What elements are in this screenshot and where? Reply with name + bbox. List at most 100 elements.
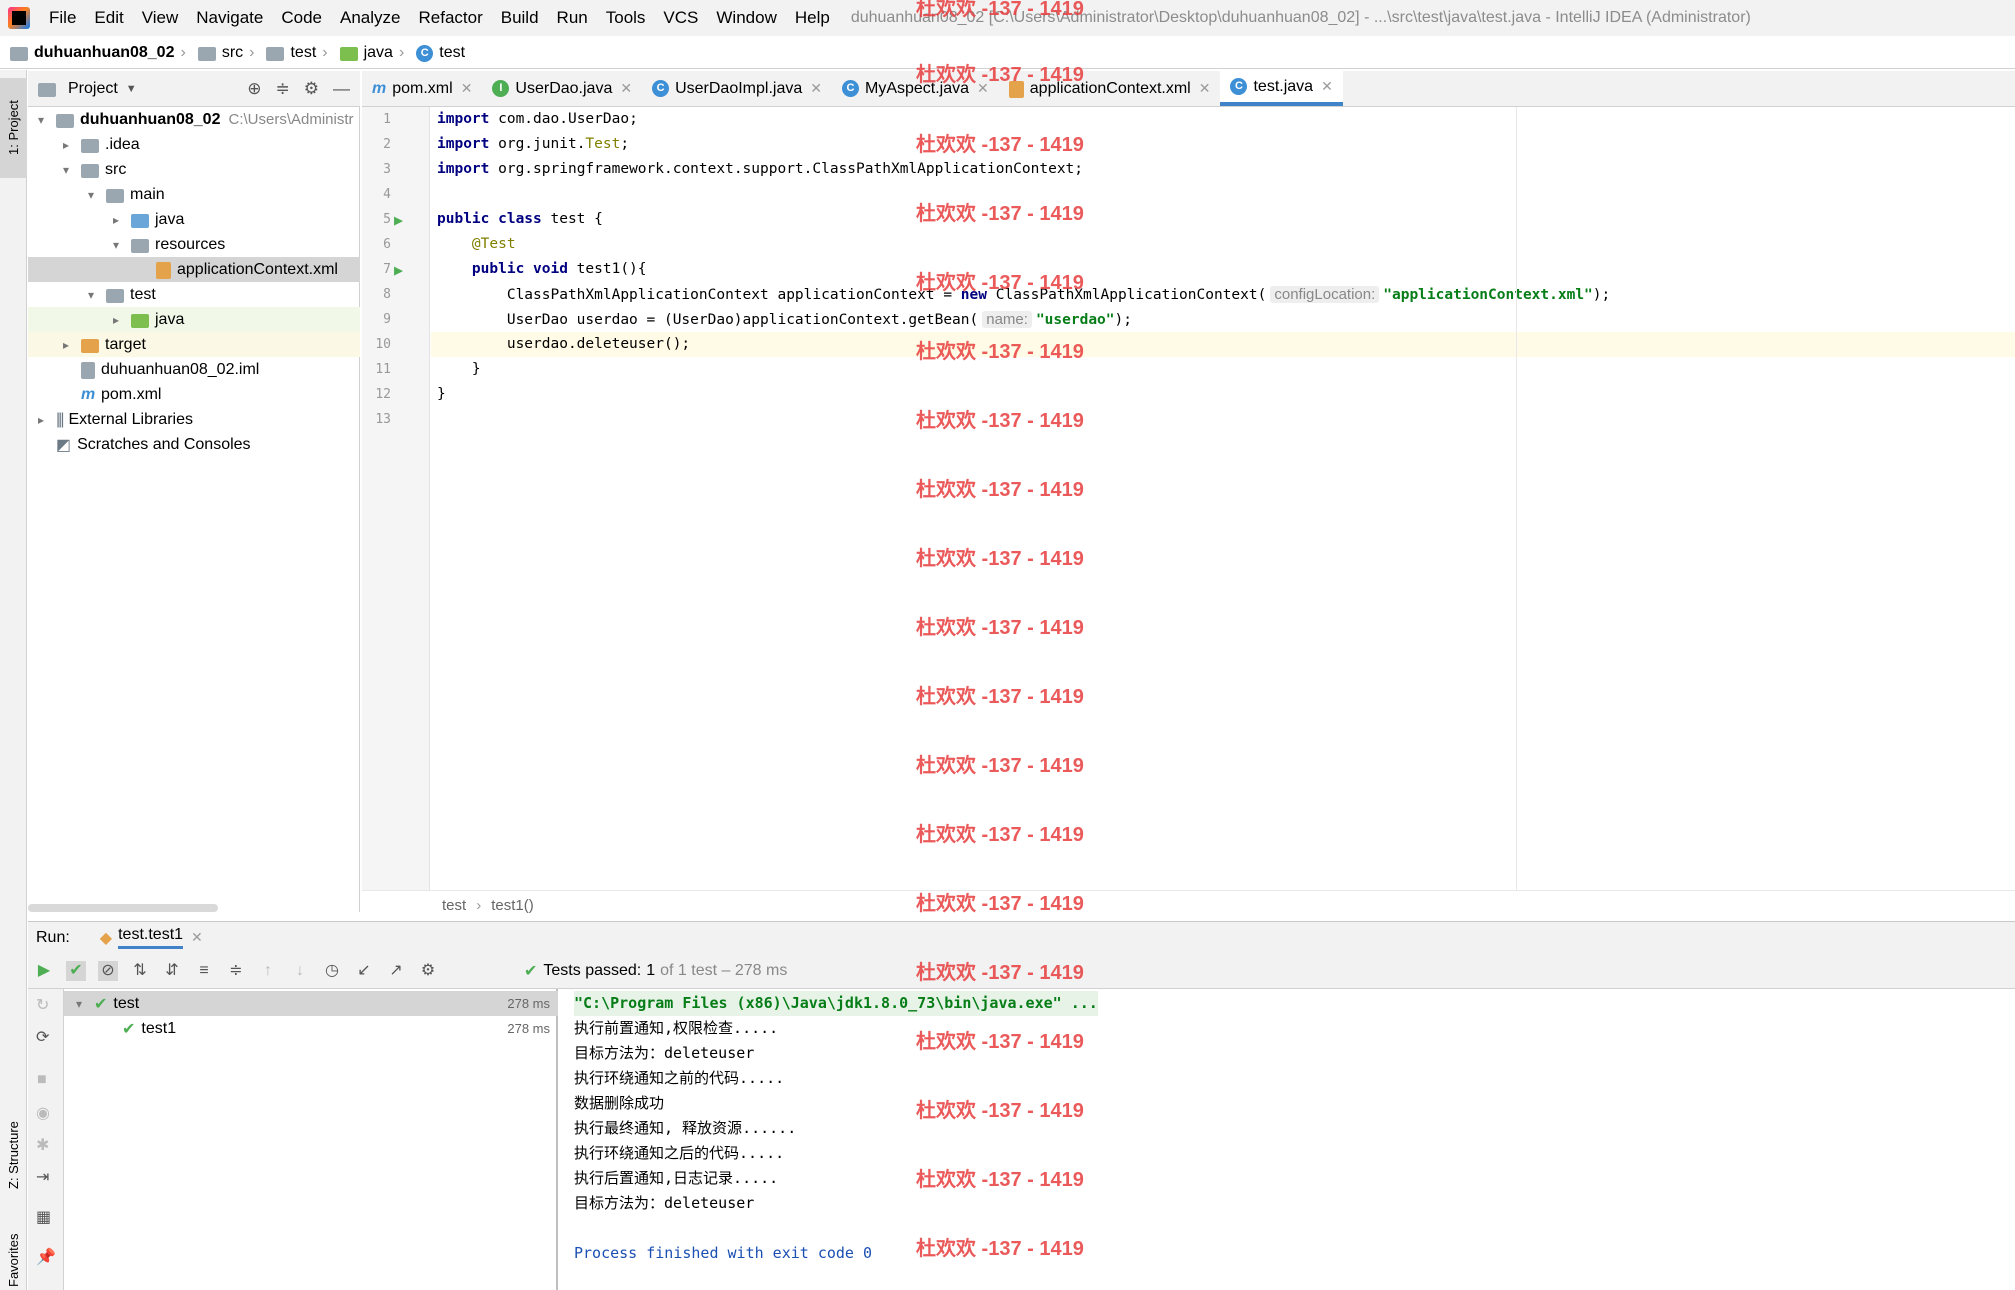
tab-pom-xml[interactable]: m pom.xml ✕ xyxy=(362,71,482,106)
debug-icon[interactable]: ✱ xyxy=(36,1135,49,1155)
export-tests-icon[interactable]: ↗ xyxy=(386,961,406,981)
line-number: 5 xyxy=(383,212,391,227)
layout-icon[interactable]: ▦ xyxy=(36,1207,51,1227)
tree-item-main-java[interactable]: ▸ java xyxy=(28,207,360,232)
tree-item-idea[interactable]: ▸ .idea xyxy=(28,132,360,157)
excluded-folder-icon xyxy=(81,338,99,353)
tree-item-src[interactable]: ▾ src xyxy=(28,157,360,182)
menu-build[interactable]: Build xyxy=(492,8,548,28)
test-passed-icon: ✔ xyxy=(122,1020,136,1038)
line-number: 4 xyxy=(383,187,391,202)
collapse-all-icon[interactable]: ≑ xyxy=(226,961,246,981)
menu-analyze[interactable]: Analyze xyxy=(331,8,409,28)
sort-alpha-icon[interactable]: ⇅ xyxy=(130,961,150,981)
watermark: 杜欢欢 -137 - 1419 xyxy=(916,824,1084,846)
gear-icon[interactable]: ⚙ xyxy=(418,961,438,981)
import-tests-icon[interactable]: ↙ xyxy=(354,961,374,981)
sort-duration-icon[interactable]: ⇵ xyxy=(162,961,182,981)
close-icon[interactable]: ✕ xyxy=(1199,80,1211,97)
favorites-tool-tab[interactable]: Favorites xyxy=(0,1230,27,1290)
history-icon[interactable]: ◷ xyxy=(322,961,342,981)
tree-item-project-root[interactable]: ▾ duhuanhuan08_02 C:\Users\Administr xyxy=(28,107,360,132)
chevron-down-icon: ▾ xyxy=(75,996,83,1011)
menu-code[interactable]: Code xyxy=(272,8,331,28)
menu-help[interactable]: Help xyxy=(786,8,839,28)
project-view-selector[interactable]: Project xyxy=(68,80,118,98)
tree-item-external-libraries[interactable]: ▸ ||| External Libraries xyxy=(28,407,360,432)
close-icon[interactable]: ✕ xyxy=(1321,78,1333,95)
left-tool-stripe: 1: Project Z: Structure Favorites xyxy=(0,70,27,1290)
watermark: 杜欢欢 -137 - 1419 xyxy=(916,0,1084,20)
menu-tools[interactable]: Tools xyxy=(597,8,655,28)
horizontal-scrollbar[interactable] xyxy=(28,904,218,912)
structure-tool-tab[interactable]: Z: Structure xyxy=(0,1100,27,1210)
run-test-icon[interactable]: ▶ xyxy=(394,261,403,279)
iml-file-icon xyxy=(81,362,95,379)
rerun-icon[interactable]: ▶ xyxy=(34,961,54,981)
minimize-icon[interactable]: — xyxy=(333,79,350,99)
arrow-up-icon[interactable]: ↑ xyxy=(258,961,278,981)
test-tree-item-method[interactable]: ✔ test1 278 ms xyxy=(64,1016,558,1041)
locate-icon[interactable]: ⊕ xyxy=(247,79,261,99)
menu-view[interactable]: View xyxy=(133,8,188,28)
arrow-down-icon[interactable]: ↓ xyxy=(290,961,310,981)
console-output[interactable]: "C:\Program Files (x86)\Java\jdk1.8.0_73… xyxy=(560,989,2015,1290)
tree-item-applicationcontext-xml[interactable]: applicationContext.xml xyxy=(28,257,360,282)
menu-edit[interactable]: Edit xyxy=(85,8,132,28)
editor-crumb-method[interactable]: test1() xyxy=(491,897,534,914)
expand-all-icon[interactable]: ≡ xyxy=(194,961,214,981)
tree-item-test-java[interactable]: ▸ java xyxy=(28,307,360,332)
menu-file[interactable]: File xyxy=(40,8,85,28)
collapse-all-icon[interactable]: ≑ xyxy=(276,79,290,99)
tree-item-main[interactable]: ▾ main xyxy=(28,182,360,207)
breadcrumb-item-class[interactable]: Ctest xyxy=(416,44,465,62)
close-icon[interactable]: ✕ xyxy=(810,80,822,97)
test-tree-item-class[interactable]: ▾ ✔ test 278 ms xyxy=(64,991,558,1016)
tab-test-java[interactable]: Ctest.java ✕ xyxy=(1220,71,1343,106)
run-config-tab[interactable]: test.test1 xyxy=(118,926,184,949)
editor-crumb-class[interactable]: test xyxy=(442,897,466,914)
tree-item-iml[interactable]: duhuanhuan08_02.iml xyxy=(28,357,360,382)
tree-item-resources[interactable]: ▾ resources xyxy=(28,232,360,257)
close-icon[interactable]: ✕ xyxy=(461,80,473,97)
show-passed-icon[interactable]: ✔ xyxy=(66,960,86,981)
close-icon[interactable]: ✕ xyxy=(191,929,203,946)
rerun-failed-icon[interactable]: ↻ xyxy=(36,995,49,1015)
toggle-autotest-icon[interactable]: ⟳ xyxy=(36,1027,49,1047)
tab-userdao-java[interactable]: I UserDao.java ✕ xyxy=(482,71,642,106)
exit-icon[interactable]: ⇥ xyxy=(36,1167,49,1187)
watermark: 杜欢欢 -137 - 1419 xyxy=(916,962,1084,984)
watermark: 杜欢欢 -137 - 1419 xyxy=(916,617,1084,639)
pin-icon[interactable]: 📌 xyxy=(36,1247,56,1267)
breadcrumb-item-java[interactable]: java › xyxy=(339,44,411,62)
menu-run[interactable]: Run xyxy=(548,8,597,28)
gear-icon[interactable]: ⚙ xyxy=(304,79,319,99)
scratches-icon: ◩ xyxy=(56,436,72,454)
chevron-right-icon: ▸ xyxy=(112,312,120,327)
breadcrumb-item-project[interactable]: duhuanhuan08_02 › xyxy=(10,44,192,62)
library-icon: ||| xyxy=(56,410,65,428)
code-editor[interactable]: import com.dao.UserDao; import org.junit… xyxy=(431,107,2015,890)
menu-navigate[interactable]: Navigate xyxy=(187,8,272,28)
tree-item-test[interactable]: ▾ test xyxy=(28,282,360,307)
show-ignored-icon[interactable]: ⊘ xyxy=(98,960,118,981)
tests-status-label: Tests passed: xyxy=(543,961,642,979)
close-icon[interactable]: ✕ xyxy=(620,80,632,97)
tree-item-pom[interactable]: m pom.xml xyxy=(28,382,360,407)
tree-item-target[interactable]: ▸ target xyxy=(28,332,360,357)
menu-vcs[interactable]: VCS xyxy=(654,8,707,28)
watermark: 杜欢欢 -137 - 1419 xyxy=(916,1031,1084,1053)
project-tool-tab[interactable]: 1: Project xyxy=(0,78,27,178)
menu-window[interactable]: Window xyxy=(707,8,785,28)
tree-item-scratches[interactable]: ◩ Scratches and Consoles xyxy=(28,432,360,457)
chevron-down-icon[interactable]: ▼ xyxy=(126,83,137,95)
tab-userdaoimpl-java[interactable]: C UserDaoImpl.java ✕ xyxy=(642,71,832,106)
camera-icon[interactable]: ◉ xyxy=(36,1103,50,1123)
breadcrumb-item-test[interactable]: test › xyxy=(266,44,333,62)
run-test-icon[interactable]: ▶ xyxy=(394,211,403,229)
module-folder-icon xyxy=(10,47,28,61)
menu-refactor[interactable]: Refactor xyxy=(409,8,491,28)
folder-icon xyxy=(81,163,99,178)
breadcrumb-item-src[interactable]: src › xyxy=(197,44,261,62)
stop-icon[interactable]: ■ xyxy=(37,1071,47,1089)
